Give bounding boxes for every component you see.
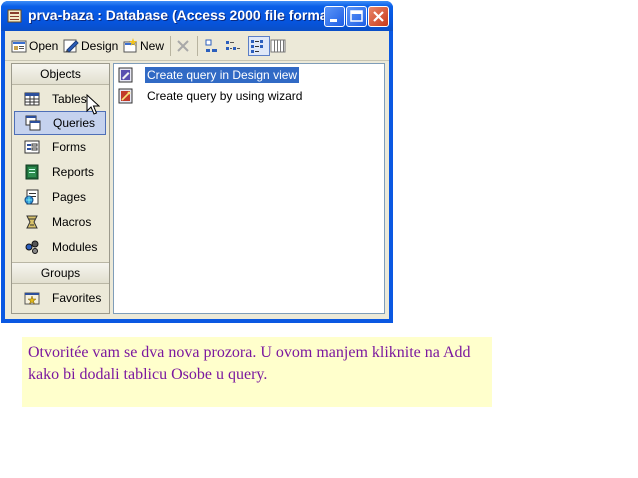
delete-icon (177, 40, 189, 52)
objects-item-reports[interactable]: Reports (14, 160, 106, 184)
objects-item-label: Pages (52, 190, 87, 204)
table-icon (24, 92, 40, 106)
large-icons-button[interactable] (203, 36, 221, 56)
toolbar-separator (170, 36, 171, 56)
database-window: prva-baza : Database (Access 2000 file f… (1, 1, 393, 323)
maximize-button[interactable] (346, 6, 367, 27)
access-database-icon (7, 9, 22, 23)
design-label: Design (81, 39, 119, 53)
module-icon (25, 240, 39, 254)
list-view-icon (251, 40, 263, 53)
new-label: New (140, 39, 165, 53)
list-item-label: Create query in Design view (145, 67, 300, 83)
report-icon (25, 164, 39, 180)
objects-list-pane: Create query in Design view Create query… (113, 63, 385, 314)
close-icon (373, 11, 384, 22)
favorites-folder-icon (24, 292, 40, 305)
macro-icon (26, 215, 38, 229)
objects-item-forms[interactable]: Forms (14, 135, 106, 159)
minimize-button[interactable] (324, 6, 345, 27)
instruction-text: Otvoritée vam se dva nova prozora. U ovo… (28, 344, 471, 383)
details-view-button[interactable] (270, 36, 288, 56)
objects-item-modules[interactable]: Modules (14, 235, 106, 259)
design-button[interactable]: Design (63, 36, 118, 56)
objects-item-label: Tables (52, 92, 87, 106)
small-icons-button[interactable] (225, 36, 243, 56)
database-toolbar: Open Design New (5, 31, 389, 61)
toolbar-separator (197, 36, 198, 56)
design-icon (63, 39, 79, 53)
large-icons-icon (205, 39, 217, 52)
groups-header[interactable]: Groups (12, 263, 109, 284)
objects-item-label: Reports (52, 165, 95, 179)
page-icon (24, 189, 39, 205)
list-item-create-query-design[interactable]: Create query in Design view (118, 66, 300, 84)
objects-item-macros[interactable]: Macros (14, 210, 106, 234)
instruction-caption: Otvoritée vam se dva nova prozora. U ovo… (22, 337, 492, 407)
objects-header[interactable]: Objects (12, 64, 109, 85)
title-bar[interactable]: prva-baza : Database (Access 2000 file f… (1, 1, 393, 31)
open-button[interactable]: Open (11, 36, 58, 56)
delete-button[interactable] (175, 36, 193, 56)
small-icons-icon (226, 41, 240, 50)
maximize-icon (350, 10, 363, 22)
mouse-cursor-icon (86, 94, 100, 115)
open-icon (11, 40, 27, 53)
list-item-create-query-wizard[interactable]: Create query by using wizard (118, 87, 304, 105)
objects-item-pages[interactable]: Pages (14, 185, 106, 209)
close-button[interactable] (368, 6, 389, 27)
list-item-label: Create query by using wizard (147, 89, 303, 103)
query-wizard-icon (118, 88, 133, 104)
groups-item-favorites[interactable]: Favorites (14, 286, 106, 310)
details-view-icon (270, 39, 286, 53)
list-view-button[interactable] (248, 36, 270, 56)
minimize-icon (330, 19, 337, 22)
objects-item-label: Forms (52, 140, 86, 154)
objects-item-label: Queries (53, 116, 96, 130)
groups-item-label: Favorites (52, 291, 102, 305)
new-object-icon (123, 38, 137, 53)
new-button[interactable]: New (122, 36, 164, 56)
open-label: Open (29, 39, 59, 53)
objects-item-label: Macros (52, 215, 92, 229)
window-client-area: Open Design New Objects Tables Queries F… (5, 31, 389, 319)
form-icon (24, 140, 40, 154)
query-icon (25, 115, 41, 131)
objects-item-label: Modules (52, 240, 98, 254)
query-design-icon (118, 67, 133, 83)
window-title: prva-baza : Database (Access 2000 file f… (28, 7, 337, 23)
